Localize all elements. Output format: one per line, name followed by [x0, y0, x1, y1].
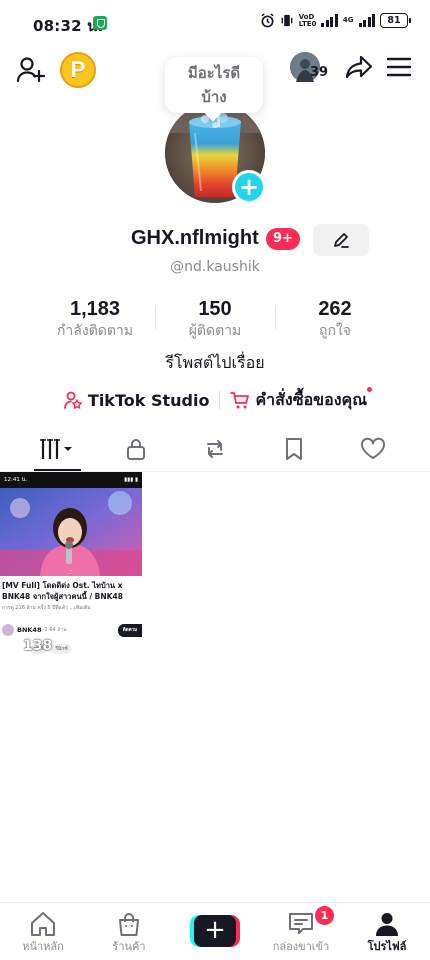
thumb-action-remix: รีมิกซ์: [51, 644, 72, 654]
grid-icon: [40, 439, 73, 459]
tab-reposts[interactable]: [176, 427, 255, 471]
tab-videos[interactable]: [18, 427, 97, 471]
volte-bottom: LTE0: [298, 19, 317, 28]
note-line-1: มีอะไรดี: [187, 64, 241, 82]
shield-icon: [93, 16, 107, 30]
view-count: 138: [7, 638, 52, 654]
thumb-channel-avatar: [2, 624, 14, 636]
inbox-badge: 1: [315, 906, 334, 925]
signal-2-icon: [358, 14, 375, 27]
note-line-2: บ้าง: [201, 88, 227, 106]
share-arrow-icon[interactable]: [344, 52, 374, 82]
repost-icon: [206, 440, 223, 458]
bottom-nav: หน้าหลัก ร้านค้า + 1 กล่องขาเข้า โปรไฟล์: [0, 902, 430, 960]
profile-links: TikTok Studio คำสั่งซื้อของคุณ: [0, 386, 430, 413]
play-icon: [8, 639, 19, 653]
nav-profile[interactable]: โปรไฟล์: [344, 903, 430, 960]
tiktok-studio-label: TikTok Studio: [87, 390, 210, 410]
header-right: 39: [290, 52, 412, 82]
coin-icon[interactable]: P: [60, 52, 96, 88]
status-icons: VoD LTE0 4G 81: [260, 13, 411, 28]
thumb-channel-row: BNK48 2.64 ล้าน ติดตาม: [0, 622, 142, 638]
stat-value: 150: [198, 298, 232, 320]
stat-likes[interactable]: 262 ถูกใจ: [275, 297, 395, 345]
stat-followers[interactable]: 150 ผู้ติดตาม: [155, 297, 275, 345]
nav-label: หน้าหลัก: [22, 940, 64, 953]
profile-bio: รีโพสต์ไปเรื่อย: [165, 353, 265, 372]
heart-icon: [360, 437, 385, 459]
tab-liked[interactable]: [333, 427, 412, 471]
thumb-status-bar: 12:41 น. ▮▮▮ ▮: [0, 472, 142, 488]
orders-dot: [367, 386, 373, 392]
battery-level: 81: [387, 15, 401, 26]
stat-label: ถูกใจ: [319, 323, 351, 339]
cart-icon: [230, 392, 250, 409]
nav-inbox[interactable]: 1 กล่องขาเข้า: [258, 903, 344, 960]
vibrate-icon: [280, 13, 294, 28]
nav-home[interactable]: หน้าหลัก: [0, 903, 86, 960]
alarm-icon: [260, 13, 275, 28]
edit-profile-button[interactable]: [313, 224, 369, 256]
shop-bag-icon: [119, 913, 139, 936]
link-divider: [219, 391, 221, 409]
status-bar: 08:32 น. VoD LTE0 4G 81: [0, 0, 430, 48]
volte-label: VoD LTE0: [298, 13, 317, 28]
network-4g-label: 4G: [342, 16, 354, 24]
content-tabs: [18, 427, 412, 471]
stat-value: 1,183: [69, 298, 121, 320]
thumb-subscribe-button: ติดตาม: [118, 624, 142, 637]
nav-create[interactable]: +: [172, 903, 258, 960]
thumb-channel-name: BNK48: [17, 626, 42, 634]
view-count-value: 138: [23, 638, 53, 654]
bookmark-icon: [285, 438, 302, 460]
nav-label: ร้านค้า: [112, 940, 146, 953]
svg-text:~: ~: [69, 568, 72, 573]
tab-private[interactable]: [97, 427, 176, 471]
person-plus-icon[interactable]: [16, 55, 46, 85]
tiktok-studio-link[interactable]: TikTok Studio: [63, 390, 210, 410]
stat-value: 262: [318, 298, 352, 320]
thumb-image: ~: [0, 488, 142, 576]
orders-label: คำสั่งซื้อของคุณ: [255, 389, 368, 409]
thumb-status-time: 12:41 น.: [4, 477, 28, 483]
stat-label: กำลังติดตาม: [56, 323, 134, 339]
thumb-status-icons: ▮▮▮ ▮: [124, 477, 138, 483]
pencil-icon: [334, 233, 349, 248]
hamburger-icon[interactable]: [386, 54, 412, 80]
header-left: P: [16, 52, 96, 88]
profile-icon: [376, 913, 398, 936]
inbox-icon: [289, 913, 313, 934]
lock-icon: [127, 439, 146, 460]
thumb-meta: การดู 216 ล้าน ครั้ง 5 ปีที่แล้ว ...เพิ่…: [2, 605, 91, 611]
add-story-button[interactable]: +: [232, 170, 266, 204]
story-count: 39: [310, 65, 329, 80]
thumb-subscribers: 2.64 ล้าน: [44, 627, 67, 633]
battery-icon: 81: [380, 13, 411, 28]
nav-shop[interactable]: ร้านค้า: [86, 903, 172, 960]
nav-label: โปรไฟล์: [367, 940, 407, 953]
profile-handle: @nd.kaushik: [170, 259, 260, 275]
home-icon: [31, 912, 55, 936]
username: GHX.nflmight: [131, 227, 259, 249]
profile-stats: 1,183 กำลังติดตาม 150 ผู้ติดตาม 262 ถูกใ…: [35, 297, 395, 345]
signal-icon: [321, 14, 338, 27]
stat-label: ผู้ติดตาม: [188, 323, 242, 339]
orders-link[interactable]: คำสั่งซื้อของคุณ: [230, 386, 373, 413]
notification-badge[interactable]: 9+: [266, 228, 300, 250]
create-plus-icon: +: [190, 915, 240, 947]
tab-bookmarks[interactable]: [254, 427, 333, 471]
thumb-title: [MV Full] โดดดิด่ง Ost. ไทบ้าน x BNK48 จ…: [2, 581, 123, 601]
plus-icon: +: [238, 173, 260, 201]
name-row: GHX.nflmight 9+: [0, 224, 430, 256]
video-thumbnail[interactable]: 12:41 น. ▮▮▮ ▮ ~ [MV Full] โดดดิด่ง Ost.…: [0, 472, 142, 661]
note-bubble[interactable]: มีอะไรดี บ้าง: [165, 57, 263, 113]
story-avatar[interactable]: 39: [290, 52, 328, 82]
studio-person-icon: [64, 391, 82, 409]
nav-label: กล่องขาเข้า: [272, 940, 330, 953]
stat-following[interactable]: 1,183 กำลังติดตาม: [35, 297, 155, 345]
